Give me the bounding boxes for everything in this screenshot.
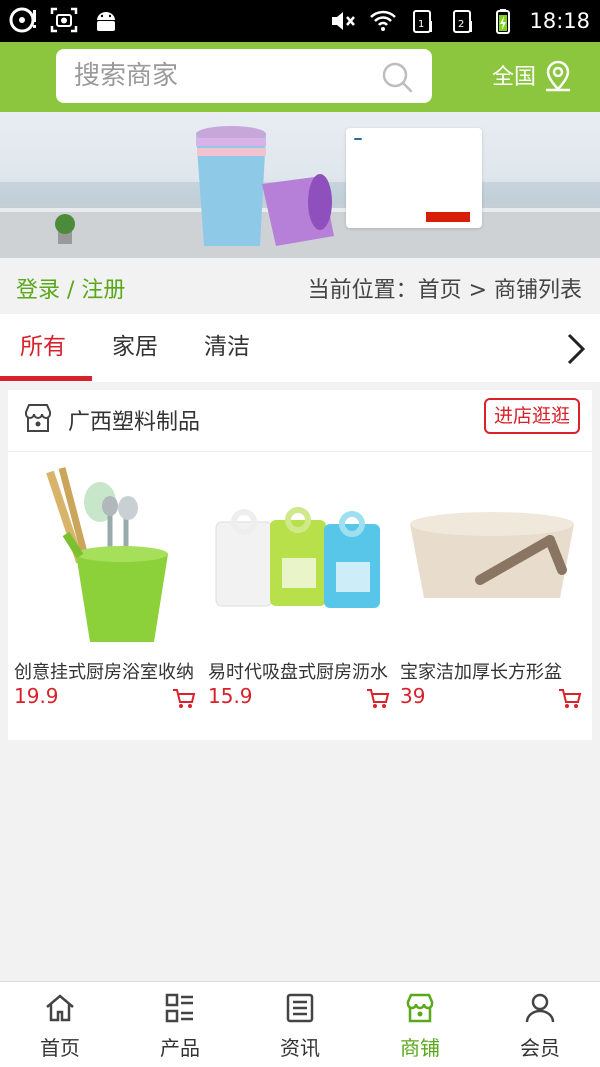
store-icon xyxy=(25,404,51,432)
product-grid-icon[interactable] xyxy=(164,992,196,1024)
disc-icon xyxy=(9,7,36,33)
cart-icon[interactable] xyxy=(172,688,196,710)
product-name[interactable]: 易时代吸盘式厨房沥水 xyxy=(208,658,392,684)
top-header: 搜索商家 全国 xyxy=(0,42,600,112)
breadcrumb: 当前位置：首页 > 商铺列表 xyxy=(307,278,582,303)
android-icon xyxy=(97,12,115,31)
ad-button xyxy=(426,212,470,222)
location-pin-icon[interactable] xyxy=(542,58,574,92)
cart-icon[interactable] xyxy=(558,688,582,710)
shop-card: 广西塑料制品 进店逛逛 创意挂式厨房浴室收纳 19.9 易时代吸盘式厨房沥水 1… xyxy=(8,390,592,740)
user-icon[interactable] xyxy=(524,992,556,1024)
nav-home[interactable]: 首页 xyxy=(0,982,120,1067)
shop-icon[interactable] xyxy=(404,992,436,1024)
product-price: 19.9 xyxy=(14,684,59,708)
product-name[interactable]: 创意挂式厨房浴室收纳 xyxy=(14,658,198,684)
search-placeholder[interactable]: 搜索商家 xyxy=(74,61,178,91)
product-card[interactable]: 创意挂式厨房浴室收纳 19.9 xyxy=(14,462,198,732)
nav-products[interactable]: 产品 xyxy=(120,982,240,1067)
sink-basket-image xyxy=(208,462,392,648)
clock: 18:18 xyxy=(529,9,590,33)
visit-shop-button[interactable]: 进店逛逛 xyxy=(483,398,580,434)
product-image[interactable] xyxy=(400,462,584,648)
nav-news[interactable]: 资讯 xyxy=(240,982,360,1067)
basin-image xyxy=(400,462,584,648)
product-image[interactable] xyxy=(208,462,392,648)
tab-all[interactable]: 所有 xyxy=(20,314,66,382)
banner-illustration xyxy=(0,126,600,258)
utensil-holder-image xyxy=(14,462,198,648)
mute-icon xyxy=(332,12,356,30)
sim1-signal-icon: 1 xyxy=(413,10,433,33)
search-box[interactable]: 搜索商家 xyxy=(56,49,432,103)
promo-banner[interactable] xyxy=(0,112,600,258)
svg-text:2: 2 xyxy=(458,19,464,30)
product-card[interactable]: 宝家洁加厚长方形盆 39 xyxy=(400,462,584,732)
search-icon[interactable] xyxy=(380,60,414,94)
breadcrumb-bar: 登录 / 注册 当前位置：首页 > 商铺列表 xyxy=(0,258,600,314)
cart-icon[interactable] xyxy=(366,688,390,710)
nav-member[interactable]: 会员 xyxy=(480,982,600,1067)
nav-shops-label[interactable]: 商铺 xyxy=(360,1032,480,1061)
news-icon[interactable] xyxy=(284,992,316,1024)
bottom-nav: 首页 产品 资讯 商铺 会员 xyxy=(0,981,600,1067)
product-price: 15.9 xyxy=(208,684,253,708)
status-bar: 1 2 18:18 xyxy=(0,0,600,42)
active-tab-indicator xyxy=(0,376,92,381)
wifi-icon xyxy=(370,10,397,31)
svg-text:1: 1 xyxy=(418,19,424,30)
sim2-signal-icon: 2 xyxy=(453,10,473,33)
shop-name[interactable]: 广西塑料制品 xyxy=(68,404,200,436)
tab-home[interactable]: 家居 xyxy=(112,314,158,382)
login-register-link[interactable]: 登录 / 注册 xyxy=(16,272,125,304)
chevron-right-icon[interactable] xyxy=(564,332,588,366)
product-price: 39 xyxy=(400,684,426,708)
region-selector[interactable]: 全国 xyxy=(492,58,574,92)
home-icon[interactable] xyxy=(44,992,76,1024)
banner-ad-card xyxy=(346,128,482,228)
nav-news-label[interactable]: 资讯 xyxy=(240,1032,360,1061)
nav-products-label[interactable]: 产品 xyxy=(120,1032,240,1061)
ad-tag xyxy=(354,138,362,140)
product-card[interactable]: 易时代吸盘式厨房沥水 15.9 xyxy=(208,462,392,732)
product-image[interactable] xyxy=(14,462,198,648)
category-tabs: 所有 家居 清洁 xyxy=(0,314,600,382)
nav-shops[interactable]: 商铺 xyxy=(360,982,480,1067)
nav-member-label[interactable]: 会员 xyxy=(480,1032,600,1061)
nav-home-label[interactable]: 首页 xyxy=(0,1032,120,1061)
battery-charging-icon xyxy=(496,9,511,34)
region-label[interactable]: 全国 xyxy=(492,59,536,91)
product-name[interactable]: 宝家洁加厚长方形盆 xyxy=(400,658,584,684)
screenshot-icon xyxy=(50,7,78,33)
shop-header: 广西塑料制品 进店逛逛 xyxy=(8,390,592,452)
tab-cleaning[interactable]: 清洁 xyxy=(204,314,250,382)
